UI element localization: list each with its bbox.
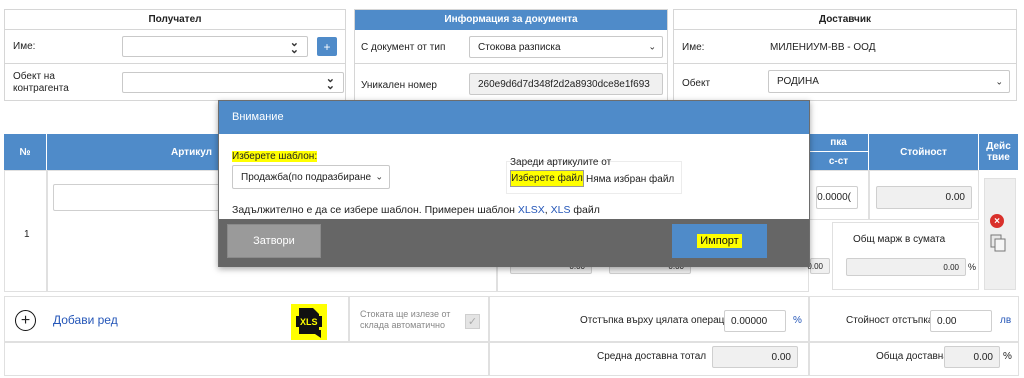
row-number: 1	[24, 229, 30, 240]
footer-bottom-left	[4, 342, 489, 376]
discount-value-label: Стойност отстъпка	[846, 315, 934, 326]
template-select[interactable]: Продажба(по подразбиране ⌄	[232, 165, 390, 189]
choose-file-label: Изберете файл	[511, 173, 583, 184]
recipient-name-row: Име: ⌄ ⌄ +	[5, 30, 345, 64]
margin-input[interactable]: 0.00	[846, 258, 966, 276]
supplier-object-value: РОДИНА	[777, 76, 819, 87]
recipient-object-select[interactable]: ⌄ ⌄	[122, 72, 344, 93]
row-value-input[interactable]: 0.00	[876, 186, 972, 209]
add-row-icon[interactable]: +	[15, 310, 36, 331]
copy-row-icon[interactable]	[990, 234, 1006, 252]
total-delivery-unit: %	[1003, 351, 1012, 362]
avg-delivery-value[interactable]: 0.00	[712, 346, 798, 368]
article-input[interactable]	[53, 184, 223, 211]
import-dialog: Внимание Изберете шаблон: Продажба(по по…	[218, 100, 810, 267]
col-header-value: Стойност	[869, 134, 979, 170]
supplier-panel: Доставчик Име: МИЛЕНИУМ-ВВ - ООД Обект Р…	[673, 9, 1017, 101]
supplier-title: Доставчик	[674, 10, 1016, 30]
unique-number-label: Уникален номер	[361, 80, 437, 91]
note-text: Задължително е да се избере шаблон. Прим…	[232, 204, 518, 216]
template-label: Изберете шаблон:	[232, 151, 318, 162]
supplier-name-row: Име: МИЛЕНИУМ-ВВ - ООД	[674, 30, 1016, 64]
supplier-object-select[interactable]: РОДИНА ⌄	[768, 70, 1010, 93]
doc-type-label: С документ от тип	[361, 42, 446, 53]
small-value-c[interactable]: 0.00	[807, 258, 830, 274]
discount-op-label: Отстъпка върху цялата операция	[580, 315, 736, 326]
col-header-actions: Дейс твие	[979, 134, 1019, 170]
row-discount-input[interactable]: 0.0000(	[816, 186, 858, 209]
close-button[interactable]: Затвори	[227, 224, 321, 258]
total-delivery-label: Обща доставна	[876, 351, 949, 362]
import-button[interactable]: Импорт	[672, 224, 767, 258]
doc-type-row: С документ от тип Стокова разписка ⌄	[355, 30, 667, 64]
chevron-down-icon: ⌄	[375, 171, 383, 182]
discount-value-unit: лв	[1000, 315, 1012, 326]
xls-label: XLS	[300, 317, 318, 327]
import-button-label: Импорт	[697, 234, 742, 248]
unique-number-value: 260e9d6d7d348f2d2a8930dce8e1f693	[478, 78, 650, 90]
add-row-link[interactable]: Добави ред	[53, 313, 118, 327]
margin-label: Общ марж в сумата	[853, 234, 946, 245]
template-value: Продажба(по подразбиране	[241, 171, 372, 183]
add-recipient-button[interactable]: +	[317, 37, 337, 56]
unique-number-row: Уникален номер 260e9d6d7d348f2d2a8930dce…	[355, 65, 667, 101]
auto-out-checkbox[interactable]: ✓	[465, 314, 480, 329]
supplier-name-label: Име:	[682, 42, 705, 53]
discount-value-input[interactable]: 0.00	[930, 310, 992, 332]
delete-row-icon[interactable]: ×	[990, 214, 1004, 228]
supplier-object-label: Обект	[682, 78, 711, 89]
note-suffix: файл	[570, 204, 600, 216]
no-file-text: Няма избран файл	[586, 174, 675, 185]
recipient-title: Получател	[5, 10, 345, 30]
margin-unit: %	[968, 262, 977, 272]
discount-op-input[interactable]: 0.00000	[724, 310, 786, 332]
xls-import-icon[interactable]: XLS	[291, 304, 327, 340]
choose-file-button[interactable]: Изберете файл	[510, 170, 584, 187]
doc-type-select[interactable]: Стокова разписка ⌄	[469, 36, 663, 58]
plus-icon: +	[323, 39, 331, 54]
dialog-title: Внимание	[219, 101, 809, 134]
col-header-discount-sub: с-ст	[809, 152, 869, 170]
template-note: Задължително е да се избере шаблон. Прим…	[232, 204, 600, 216]
col-header-discount-top: пка	[809, 134, 869, 152]
doc-info-panel: Информация за документа С документ от ти…	[354, 9, 668, 101]
recipient-name-select[interactable]: ⌄ ⌄	[122, 36, 308, 57]
close-button-label: Затвори	[253, 235, 295, 247]
supplier-name-value: МИЛЕНИУМ-ВВ - ООД	[770, 42, 876, 53]
recipient-object-row: Обект на контрагента ⌄ ⌄	[5, 65, 345, 101]
xls-template-link[interactable]: XLS	[551, 204, 571, 216]
load-articles-label: Зареди артикулите от	[510, 157, 612, 168]
xlsx-template-link[interactable]: XLSX	[518, 204, 545, 216]
margin-cell	[832, 222, 979, 290]
supplier-object-row: Обект РОДИНА ⌄	[674, 65, 1016, 101]
dialog-footer: Затвори Импорт	[219, 219, 809, 267]
recipient-object-label: Обект на контрагента	[13, 71, 69, 94]
doc-info-title: Информация за документа	[355, 10, 667, 30]
double-chevron-down-icon: ⌄ ⌄	[289, 36, 299, 56]
discount-op-unit: %	[793, 315, 802, 326]
total-delivery-value[interactable]: 0.00	[944, 346, 1000, 368]
col-header-no: №	[4, 134, 47, 170]
recipient-name-label: Име:	[13, 41, 36, 52]
doc-type-value: Стокова разписка	[478, 41, 561, 53]
chevron-down-icon: ⌄	[648, 41, 656, 52]
chevron-down-icon: ⌄	[995, 76, 1003, 86]
unique-number-field[interactable]: 260e9d6d7d348f2d2a8930dce8e1f693	[469, 73, 663, 95]
recipient-panel: Получател Име: ⌄ ⌄ + Обект на контрагента…	[4, 9, 346, 101]
auto-out-label: Стоката ще излезе от склада автоматично	[360, 309, 451, 330]
double-chevron-down-icon: ⌄ ⌄	[325, 72, 335, 92]
avg-delivery-label: Средна доставна тотал	[597, 351, 707, 362]
